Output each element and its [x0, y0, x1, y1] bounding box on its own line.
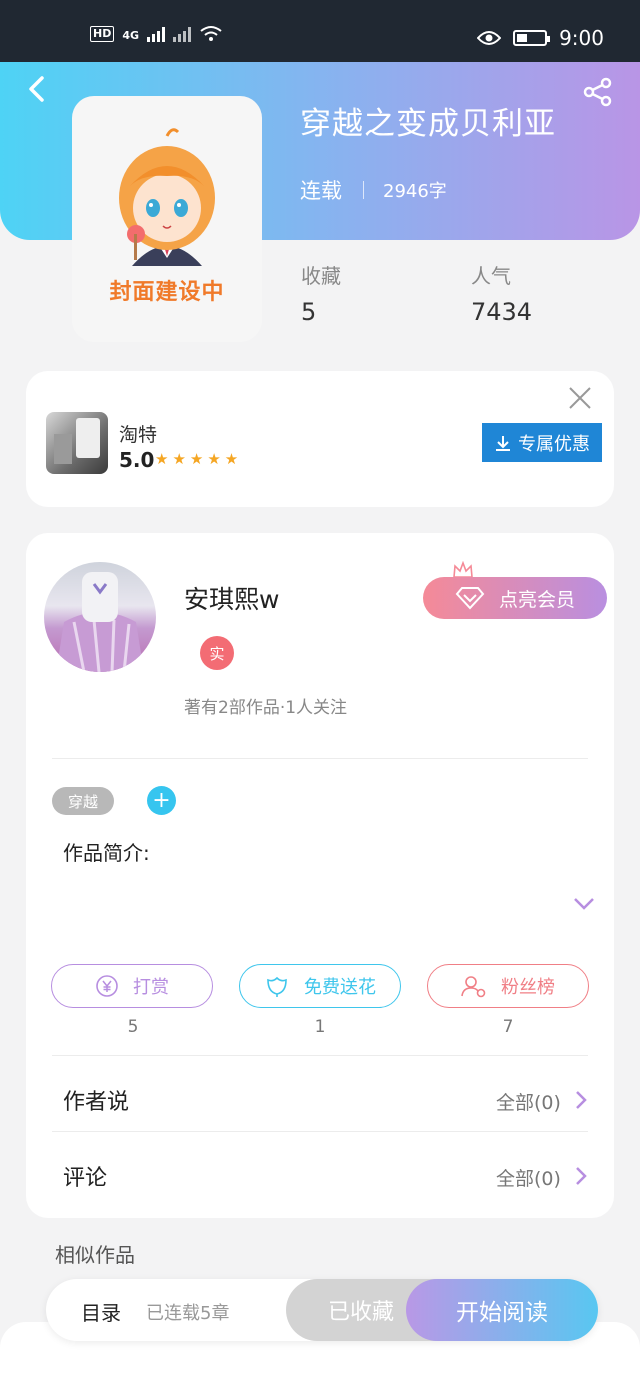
- author-notes-label[interactable]: 作者说: [63, 1084, 129, 1116]
- book-cover[interactable]: 封面建设中: [72, 96, 262, 342]
- share-icon[interactable]: [582, 76, 614, 108]
- status-bar: HD 4G 9:00: [0, 0, 640, 62]
- fans-ranking-label: 粉丝榜: [501, 977, 555, 998]
- stat-value-favorites: 5: [301, 298, 317, 326]
- ad-thumbnail[interactable]: [46, 412, 108, 474]
- send-flower-button[interactable]: 免费送花: [239, 964, 401, 1008]
- chevron-right-icon[interactable]: [574, 1089, 588, 1111]
- author-avatar[interactable]: [44, 562, 156, 672]
- divider: [52, 1131, 588, 1132]
- ad-download-button[interactable]: 专属优惠: [482, 423, 602, 462]
- flower-count: 1: [314, 1017, 326, 1037]
- cover-placeholder-text: 封面建设中: [109, 280, 225, 305]
- tip-label: 打赏: [133, 977, 169, 998]
- close-icon[interactable]: [566, 384, 594, 412]
- add-tag-icon[interactable]: +: [147, 786, 176, 815]
- stat-label-popularity: 人气: [471, 264, 511, 288]
- send-flower-label: 免费送花: [304, 977, 376, 998]
- chevron-down-icon[interactable]: [572, 896, 596, 912]
- rating-stars-icon: ★★★★★: [155, 450, 243, 468]
- tip-count: 5: [127, 1017, 139, 1037]
- fans-ranking-button[interactable]: 粉丝榜: [427, 964, 589, 1008]
- hd-indicator: HD: [90, 26, 115, 42]
- tip-button[interactable]: 打赏: [51, 964, 213, 1008]
- ad-button-label: 专属优惠: [518, 433, 590, 455]
- status-divider: [363, 181, 364, 199]
- vip-button[interactable]: 点亮会员: [423, 577, 607, 619]
- ad-app-name: 淘特: [119, 424, 158, 446]
- ad-rating: 5.0: [119, 448, 155, 472]
- author-name[interactable]: 安琪熙w: [184, 580, 279, 616]
- comments-value[interactable]: 全部(0): [496, 1164, 561, 1191]
- signal-icon: [147, 26, 166, 42]
- book-title: 穿越之变成贝利亚: [300, 106, 556, 142]
- battery-icon: [513, 30, 551, 46]
- author-meta: 著有2部作品·1人关注: [184, 698, 348, 718]
- author-notes-value[interactable]: 全部(0): [496, 1088, 561, 1115]
- book-status: 连载: [300, 179, 342, 203]
- genre-tag[interactable]: 穿越: [52, 787, 114, 815]
- stat-value-popularity: 7434: [471, 298, 533, 326]
- divider: [52, 758, 588, 759]
- chevron-right-icon[interactable]: [574, 1165, 588, 1187]
- diamond-icon: [455, 587, 485, 610]
- signal-2-icon: [173, 26, 192, 42]
- yen-icon: [96, 975, 118, 997]
- stat-label-favorites: 收藏: [301, 264, 341, 288]
- toc-button[interactable]: 目录: [81, 1297, 121, 1326]
- download-icon: [496, 435, 510, 451]
- verified-badge: 实: [200, 636, 234, 670]
- chapter-count[interactable]: 已连载5章: [146, 1299, 229, 1325]
- eye-icon: [477, 31, 502, 45]
- clock: 9:00: [559, 26, 604, 50]
- wifi-icon: [200, 26, 222, 41]
- start-reading-button[interactable]: 开始阅读: [406, 1279, 598, 1341]
- divider: [52, 1055, 588, 1056]
- fans-count: 7: [502, 1017, 514, 1037]
- fans-icon: [461, 976, 486, 998]
- network-type: 4G: [122, 29, 140, 42]
- flower-icon: [267, 976, 287, 997]
- similar-works-heading: 相似作品: [55, 1243, 135, 1267]
- intro-label: 作品简介:: [63, 841, 150, 865]
- comments-label[interactable]: 评论: [63, 1160, 107, 1192]
- back-icon[interactable]: [22, 72, 52, 106]
- cover-illustration: [119, 128, 215, 266]
- vip-button-label: 点亮会员: [498, 588, 575, 611]
- word-count: 2946字: [383, 181, 447, 202]
